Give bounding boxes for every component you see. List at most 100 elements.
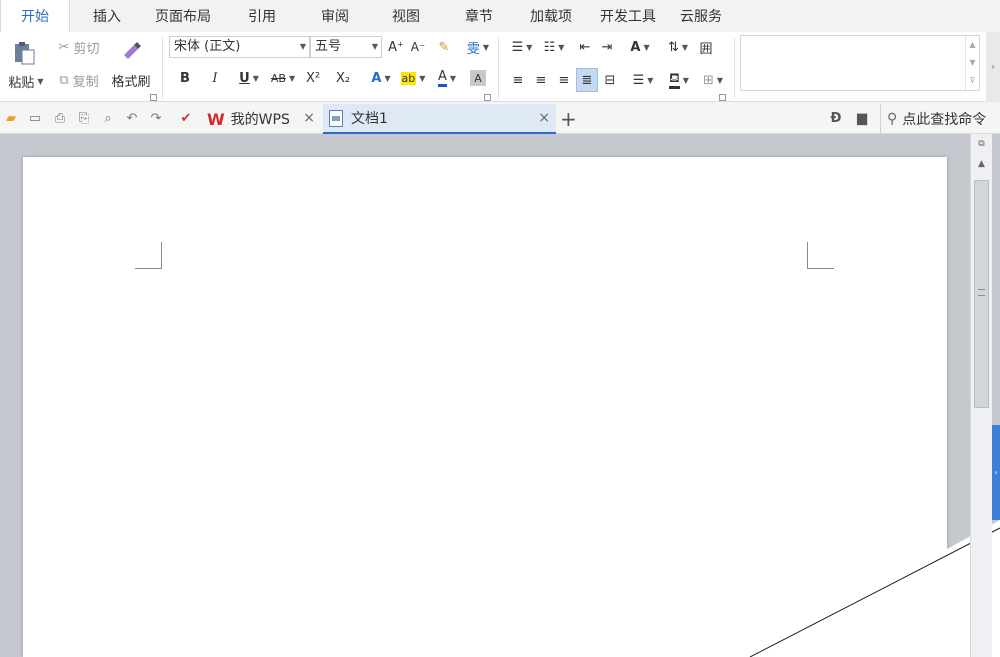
text-effects-label: A bbox=[371, 70, 382, 86]
font-size-value: 五号 bbox=[315, 39, 342, 54]
text-effects-button[interactable]: A ▼ bbox=[366, 68, 396, 88]
tab-start[interactable]: 开始 bbox=[0, 0, 70, 32]
phonetic-label: 雯 bbox=[466, 41, 480, 57]
scrollbar-thumb[interactable] bbox=[974, 180, 989, 408]
paste-button[interactable]: 粘贴 ▼ bbox=[4, 72, 48, 91]
cut-label: 剪切 bbox=[73, 41, 100, 57]
borders-icon: ⊞ bbox=[702, 72, 714, 88]
expand-icon[interactable]: ⊽ bbox=[966, 72, 979, 90]
tab-review[interactable]: 审阅 bbox=[302, 0, 368, 32]
grip-icon bbox=[978, 289, 985, 296]
copy-label: 复制 bbox=[72, 74, 99, 90]
char-shading-button[interactable]: A bbox=[470, 70, 486, 86]
shrink-font-button[interactable]: A⁻ bbox=[408, 37, 428, 57]
tab-my-wps[interactable]: W 我的WPS × bbox=[203, 104, 321, 134]
styles-gallery-scroll[interactable]: ▲ ▼ ⊽ bbox=[965, 36, 979, 90]
open-icon[interactable]: ▰ bbox=[3, 110, 19, 126]
text-direction-button[interactable]: A ▼ bbox=[624, 37, 656, 57]
font-color-label: A bbox=[437, 69, 447, 87]
distribute-icon[interactable]: ⊟ bbox=[600, 70, 620, 90]
chevron-up-icon[interactable]: ▲ bbox=[966, 36, 979, 54]
command-search[interactable]: ⚲ 点此查找命令 bbox=[880, 104, 986, 134]
export-pdf-icon[interactable]: ⎙ bbox=[52, 110, 68, 126]
align-center-icon[interactable]: ≡ bbox=[531, 70, 551, 90]
line-spacing-icon: ☰ bbox=[632, 72, 645, 88]
subscript-button[interactable]: X₂ bbox=[332, 68, 354, 88]
font-launcher-icon[interactable] bbox=[484, 94, 491, 101]
copy-button[interactable]: ⧉ 复制 bbox=[54, 70, 104, 90]
print-icon[interactable]: ⎘ bbox=[76, 110, 92, 126]
paint-bucket-icon: ⛾ bbox=[669, 71, 680, 89]
line-spacing-button[interactable]: ☰ ▼ bbox=[628, 70, 658, 90]
skin-icon[interactable]: Ð bbox=[828, 110, 844, 126]
tab-page-layout[interactable]: 页面布局 bbox=[144, 0, 222, 32]
sort-button[interactable]: ⇅ ▼ bbox=[664, 37, 692, 57]
numbering-icon: ☷ bbox=[543, 39, 556, 55]
borders-button[interactable]: ⊞ ▼ bbox=[698, 70, 728, 90]
close-icon[interactable]: × bbox=[303, 110, 315, 126]
grow-font-button[interactable]: A⁺ bbox=[386, 37, 406, 57]
tab-references[interactable]: 引用 bbox=[222, 0, 302, 32]
menu-bar: 开始 插入 页面布局 引用 审阅 视图 章节 加载项 开发工具 云服务 bbox=[0, 0, 1000, 32]
margin-corner-top-right bbox=[807, 242, 834, 269]
paste-icon[interactable] bbox=[10, 38, 38, 68]
ribbon-scroll-right-icon[interactable]: › bbox=[986, 32, 1000, 102]
font-size-select[interactable]: 五号 ▼ bbox=[310, 36, 382, 58]
underline-button[interactable]: U ▼ bbox=[234, 68, 264, 88]
bold-button[interactable]: B bbox=[176, 68, 194, 88]
undo-icon[interactable]: ↶ bbox=[124, 110, 140, 126]
tab-addins[interactable]: 加载项 bbox=[514, 0, 588, 32]
cut-button[interactable]: ✂ 剪切 bbox=[54, 38, 104, 57]
bullets-button[interactable]: ☰ ▼ bbox=[508, 37, 536, 57]
strikethrough-button[interactable]: AB ▼ bbox=[268, 68, 298, 88]
tab-insert[interactable]: 插入 bbox=[70, 0, 144, 32]
tab-developer[interactable]: 开发工具 bbox=[588, 0, 668, 32]
ribbon: 粘贴 ▼ ✂ 剪切 ⧉ 复制 格式刷 宋体 (正文) ▼ 五号 ▼ A⁺ A⁻ ✎ 雯 ▼ … bbox=[0, 32, 1000, 102]
side-panel-toggle-icon[interactable]: ‹ bbox=[992, 425, 1000, 520]
feedback-icon[interactable]: ▆ bbox=[854, 110, 870, 126]
font-name-value: 宋体 (正文) bbox=[174, 39, 241, 54]
numbering-button[interactable]: ☷ ▼ bbox=[540, 37, 568, 57]
chevron-down-icon[interactable]: ▼ bbox=[966, 54, 979, 72]
font-name-select[interactable]: 宋体 (正文) ▼ bbox=[169, 36, 310, 58]
tab-document1[interactable]: 文档1 × bbox=[323, 104, 556, 134]
format-painter-icon[interactable] bbox=[118, 38, 144, 62]
split-view-icon[interactable]: ⧉ bbox=[973, 136, 990, 152]
decrease-indent-icon[interactable]: ⇤ bbox=[576, 37, 594, 57]
divider bbox=[498, 38, 499, 98]
phonetic-button[interactable]: 雯 ▼ bbox=[462, 37, 494, 57]
tab-cloud[interactable]: 云服务 bbox=[668, 0, 734, 32]
text-direction-label: A bbox=[630, 39, 641, 55]
increase-indent-icon[interactable]: ⇥ bbox=[598, 37, 616, 57]
save-icon[interactable]: ▭ bbox=[27, 110, 43, 126]
vertical-scrollbar[interactable]: ⧉ ▲ bbox=[970, 134, 992, 657]
table-border-button[interactable]: 囲 bbox=[696, 37, 716, 57]
tab-view[interactable]: 视图 bbox=[368, 0, 444, 32]
underline-label: U bbox=[239, 70, 250, 86]
justify-icon[interactable]: ≣ bbox=[576, 68, 598, 92]
font-color-button[interactable]: A ▼ bbox=[432, 68, 462, 88]
print-preview-icon[interactable]: ⌕ bbox=[100, 110, 116, 126]
scroll-up-icon[interactable]: ▲ bbox=[973, 156, 990, 172]
clear-format-icon[interactable]: ✎ bbox=[434, 37, 454, 57]
format-painter-button[interactable]: 格式刷 bbox=[108, 70, 154, 90]
customize-icon[interactable]: ✔ bbox=[178, 110, 194, 126]
align-left-icon[interactable]: ≡ bbox=[508, 70, 528, 90]
overlay-line bbox=[749, 520, 1000, 657]
clipboard-launcher-icon[interactable] bbox=[150, 94, 157, 101]
superscript-button[interactable]: X² bbox=[302, 68, 324, 88]
tab-my-wps-label: 我的WPS bbox=[230, 112, 290, 128]
close-icon[interactable]: × bbox=[538, 110, 550, 126]
shading-button[interactable]: ⛾ ▼ bbox=[664, 70, 694, 90]
sort-icon: ⇅ bbox=[667, 39, 679, 55]
paragraph-launcher-icon[interactable] bbox=[719, 94, 726, 101]
margin-corner-top-left bbox=[135, 242, 162, 269]
new-tab-button[interactable]: + bbox=[560, 104, 582, 134]
align-right-icon[interactable]: ≡ bbox=[554, 70, 574, 90]
italic-button[interactable]: I bbox=[206, 68, 224, 88]
redo-icon[interactable]: ↷ bbox=[148, 110, 164, 126]
styles-gallery[interactable]: ▲ ▼ ⊽ bbox=[740, 35, 980, 91]
quick-access-bar: ▰ ▭ ⎙ ⎘ ⌕ ↶ ↷ ✔ W 我的WPS × 文档1 × + Ð ▆ ⚲ … bbox=[0, 102, 1000, 134]
highlight-button[interactable]: ab ▼ bbox=[398, 68, 428, 88]
tab-sections[interactable]: 章节 bbox=[444, 0, 514, 32]
